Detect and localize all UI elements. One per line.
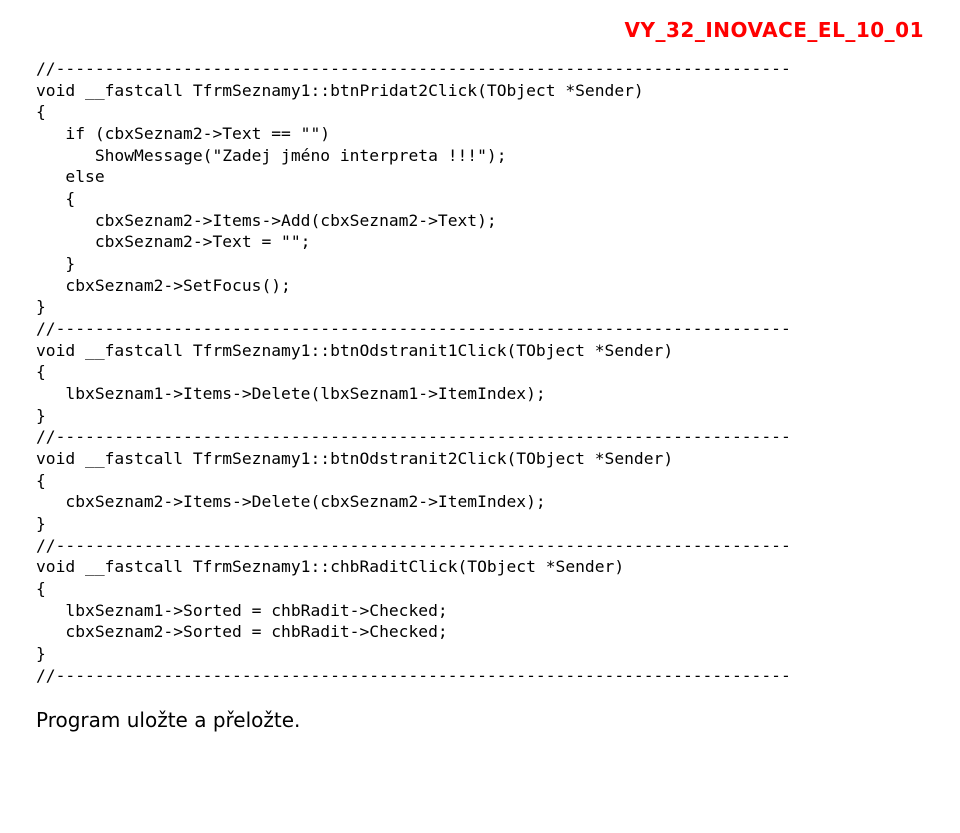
code-line: { bbox=[36, 362, 46, 381]
code-line: void __fastcall TfrmSeznamy1::btnPridat2… bbox=[36, 81, 644, 100]
code-line: lbxSeznam1->Sorted = chbRadit->Checked; bbox=[36, 601, 448, 620]
code-line: lbxSeznam1->Items->Delete(lbxSeznam1->It… bbox=[36, 384, 546, 403]
code-line: //--------------------------------------… bbox=[36, 319, 791, 338]
code-line: else bbox=[36, 167, 105, 186]
page-container: VY_32_INOVACE_EL_10_01 //---------------… bbox=[0, 0, 960, 833]
code-line: //--------------------------------------… bbox=[36, 536, 791, 555]
code-line: { bbox=[36, 102, 46, 121]
code-line: { bbox=[36, 579, 46, 598]
code-line: } bbox=[36, 514, 46, 533]
code-line: //--------------------------------------… bbox=[36, 666, 791, 685]
code-line: } bbox=[36, 644, 46, 663]
code-line: ShowMessage("Zadej jméno interpreta !!!"… bbox=[36, 146, 507, 165]
code-line: cbxSeznam2->Items->Delete(cbxSeznam2->It… bbox=[36, 492, 546, 511]
code-line: //--------------------------------------… bbox=[36, 59, 791, 78]
code-line: if (cbxSeznam2->Text == "") bbox=[36, 124, 330, 143]
code-line: cbxSeznam2->SetFocus(); bbox=[36, 276, 291, 295]
code-line: //--------------------------------------… bbox=[36, 427, 791, 446]
code-line: cbxSeznam2->Text = ""; bbox=[36, 232, 310, 251]
code-line: void __fastcall TfrmSeznamy1::btnOdstran… bbox=[36, 449, 673, 468]
code-line: void __fastcall TfrmSeznamy1::btnOdstran… bbox=[36, 341, 673, 360]
code-line: cbxSeznam2->Sorted = chbRadit->Checked; bbox=[36, 622, 448, 641]
code-block: //--------------------------------------… bbox=[36, 58, 924, 686]
code-line: } bbox=[36, 297, 46, 316]
code-line: cbxSeznam2->Items->Add(cbxSeznam2->Text)… bbox=[36, 211, 497, 230]
code-line: void __fastcall TfrmSeznamy1::chbRaditCl… bbox=[36, 557, 624, 576]
code-line: } bbox=[36, 406, 46, 425]
code-line: { bbox=[36, 189, 75, 208]
code-line: } bbox=[36, 254, 75, 273]
code-line: { bbox=[36, 471, 46, 490]
document-id: VY_32_INOVACE_EL_10_01 bbox=[36, 18, 924, 42]
footer-note: Program uložte a přeložte. bbox=[36, 708, 924, 732]
